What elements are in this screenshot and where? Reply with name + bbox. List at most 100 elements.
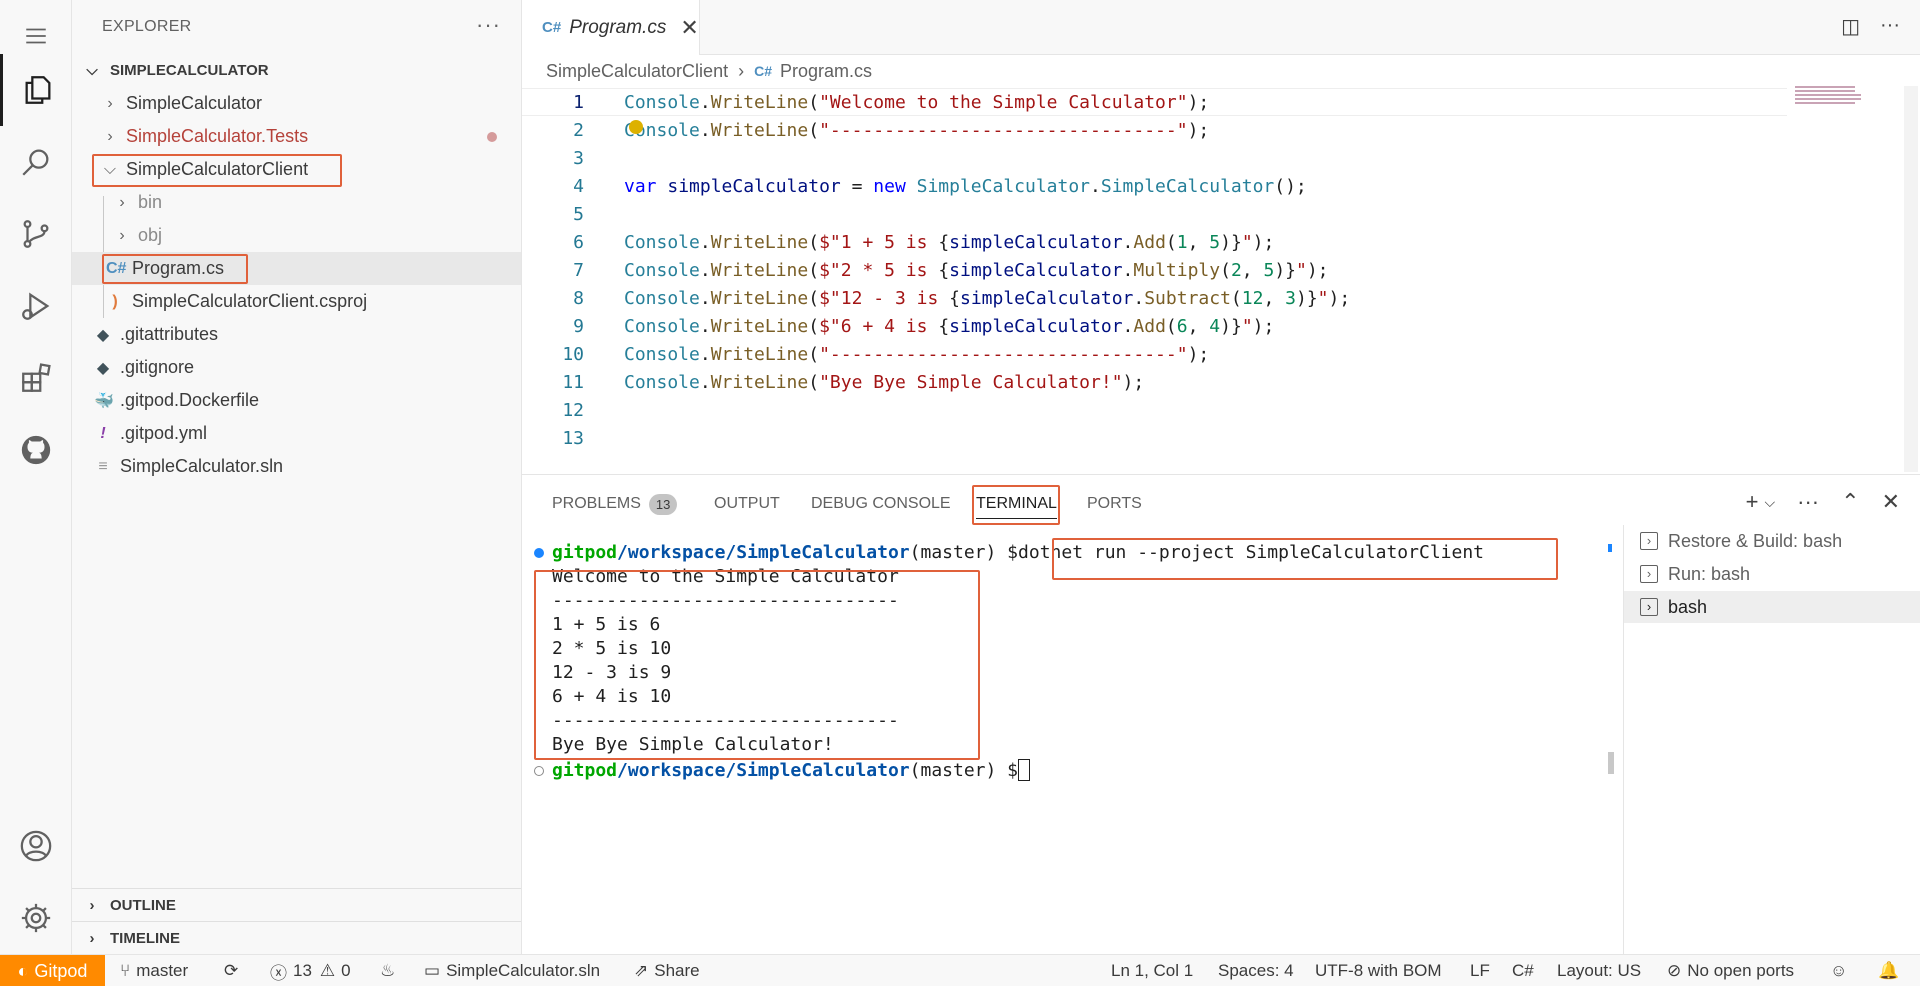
- terminal-cursor: [1018, 759, 1031, 781]
- terminal-item-bash[interactable]: › bash: [1624, 591, 1920, 623]
- tree-folder-simplecalculatorclient[interactable]: ⌵ SimpleCalculatorClient: [72, 153, 521, 186]
- command-success-dot-icon: [534, 548, 544, 558]
- terminal-output-line: Bye Bye Simple Calculator!: [552, 733, 834, 755]
- code-line: 10 Console.WriteLine("------------------…: [562, 343, 1210, 365]
- timeline-section[interactable]: › TIMELINE: [72, 921, 521, 954]
- git-file-icon: ◆: [96, 359, 110, 377]
- terminal-list: › Restore & Build: bash › Run: bash › ba…: [1623, 525, 1920, 954]
- terminal-output-line: Welcome to the Simple Calculator: [552, 565, 899, 587]
- more-actions-icon[interactable]: ···: [476, 12, 501, 38]
- tree-folder-obj[interactable]: › obj: [72, 219, 521, 252]
- keyboard-layout[interactable]: Layout: US: [1557, 955, 1641, 986]
- close-icon[interactable]: ✕: [680, 15, 698, 41]
- more-actions-icon[interactable]: ···: [1880, 14, 1900, 39]
- branch-indicator[interactable]: ⑂ master: [120, 955, 188, 986]
- no-ports-icon: ⊘: [1667, 961, 1682, 980]
- maximize-panel-icon[interactable]: ⌃: [1841, 489, 1859, 515]
- split-editor-icon[interactable]: ◫: [1841, 14, 1860, 39]
- lightbulb-icon[interactable]: [629, 120, 643, 134]
- tree-folder-simplecalculator[interactable]: › SimpleCalculator: [72, 87, 521, 120]
- outline-section[interactable]: › OUTLINE: [72, 888, 521, 921]
- text-file-icon: ≡: [98, 457, 108, 475]
- chevron-right-icon: ›: [107, 127, 113, 145]
- rss-file-icon: ): [112, 292, 118, 310]
- git-file-icon: ◆: [96, 326, 110, 344]
- terminal-output-line: 1 + 5 is 6: [552, 613, 661, 635]
- encoding[interactable]: UTF-8 with BOM: [1315, 955, 1442, 986]
- language-mode[interactable]: C#: [1512, 955, 1534, 986]
- csharp-file-icon: C#: [542, 19, 562, 36]
- explorer-sidebar: EXPLORER ··· ⌵ SIMPLECALCULATOR › Simple…: [72, 0, 522, 954]
- github-icon[interactable]: [0, 414, 72, 486]
- terminal-output-line: 12 - 3 is 9: [552, 661, 672, 683]
- tree-folder-bin[interactable]: › bin: [72, 186, 521, 219]
- terminal-item-run[interactable]: › Run: bash: [1624, 558, 1920, 590]
- tab-problems[interactable]: PROBLEMS 13: [552, 489, 678, 519]
- tree-label: SimpleCalculatorClient.csproj: [132, 291, 368, 311]
- search-icon[interactable]: [0, 126, 72, 198]
- chevron-down-icon[interactable]: ⌵: [1765, 494, 1776, 511]
- solution-indicator[interactable]: ▭ SimpleCalculator.sln: [424, 955, 600, 986]
- source-control-icon[interactable]: [0, 198, 72, 270]
- sync-icon[interactable]: ⟳: [224, 955, 238, 986]
- feedback-icon[interactable]: ☺: [1830, 955, 1847, 986]
- extensions-icon[interactable]: [0, 342, 72, 414]
- run-debug-icon[interactable]: [0, 270, 72, 342]
- problems-indicator[interactable]: ⓧ 13 ⚠ 0: [270, 955, 351, 986]
- tab-program-cs[interactable]: C# Program.cs ✕: [522, 0, 700, 55]
- tree-label: SimpleCalculator.Tests: [126, 126, 309, 146]
- tab-output[interactable]: OUTPUT: [714, 489, 780, 519]
- share-button[interactable]: ⇗ Share: [634, 955, 700, 986]
- more-actions-icon[interactable]: ···: [1797, 489, 1819, 515]
- code-line: 9 Console.WriteLine($"6 + 4 is {simpleCa…: [573, 315, 1275, 337]
- terminal-scrollbar[interactable]: [1608, 752, 1614, 774]
- editor-scrollbar[interactable]: [1904, 86, 1918, 472]
- tree-file-gitpod-yml[interactable]: ! .gitpod.yml: [72, 417, 521, 450]
- breadcrumb-folder[interactable]: SimpleCalculatorClient: [546, 61, 728, 82]
- error-icon: ⓧ: [270, 963, 287, 983]
- end-of-line[interactable]: LF: [1470, 955, 1490, 986]
- breadcrumb: SimpleCalculatorClient › C# Program.cs: [546, 58, 872, 84]
- cursor-position[interactable]: Ln 1, Col 1: [1111, 955, 1193, 986]
- chevron-down-icon: ⌵: [103, 160, 117, 178]
- tab-ports[interactable]: PORTS: [1087, 489, 1142, 519]
- settings-gear-icon[interactable]: [0, 882, 72, 954]
- close-panel-icon[interactable]: ✕: [1882, 489, 1900, 515]
- account-icon[interactable]: [0, 810, 72, 882]
- ports-indicator[interactable]: ⊘ No open ports: [1667, 955, 1794, 986]
- tree-file-gitignore[interactable]: ◆ .gitignore: [72, 351, 521, 384]
- code-line: 4 var simpleCalculator = new SimpleCalcu…: [573, 175, 1307, 197]
- tree-file-program-cs[interactable]: C# Program.cs: [72, 252, 521, 285]
- tree-file-gitattributes[interactable]: ◆ .gitattributes: [72, 318, 521, 351]
- activity-bar: [0, 0, 72, 954]
- tab-terminal[interactable]: TERMINAL: [976, 489, 1057, 519]
- code-editor[interactable]: 1 Console.WriteLine("Welcome to the Simp…: [522, 88, 1920, 472]
- terminal-icon: ›: [1640, 532, 1658, 550]
- tree-label: .gitpod.yml: [120, 423, 208, 443]
- tab-debug-console[interactable]: DEBUG CONSOLE: [811, 489, 951, 519]
- tree-label: SimpleCalculatorClient: [126, 159, 309, 179]
- tree-folder-simplecalculator-tests[interactable]: › SimpleCalculator.Tests: [72, 120, 521, 153]
- chevron-right-icon: ›: [119, 226, 125, 244]
- chevron-down-icon: ⌵: [86, 61, 98, 79]
- terminal-item-restore-build[interactable]: › Restore & Build: bash: [1624, 525, 1920, 557]
- minimap[interactable]: [1795, 86, 1863, 110]
- breadcrumb-file[interactable]: Program.cs: [780, 61, 872, 82]
- terminal-icon: ›: [1640, 598, 1658, 616]
- remote-indicator[interactable]: ◐ Gitpod: [0, 955, 105, 986]
- workspace-section-title[interactable]: ⌵ SIMPLECALCULATOR: [82, 55, 269, 85]
- tree-file-sln[interactable]: ≡ SimpleCalculator.sln: [72, 450, 521, 483]
- flame-icon[interactable]: ♨: [380, 955, 395, 986]
- yaml-file-icon: !: [100, 424, 106, 442]
- tree-file-csproj[interactable]: ) SimpleCalculatorClient.csproj: [72, 285, 521, 318]
- tree-file-gitpod-dockerfile[interactable]: 🐳 .gitpod.Dockerfile: [72, 384, 521, 417]
- notifications-bell-icon[interactable]: 🔔: [1878, 955, 1899, 986]
- explorer-icon[interactable]: [0, 54, 72, 126]
- tree-label: .gitignore: [120, 357, 195, 377]
- outline-title: OUTLINE: [110, 896, 176, 914]
- terminal-prompt-line: gitpod /workspace/SimpleCalculator (mast…: [552, 758, 1031, 782]
- tree-label: .gitpod.Dockerfile: [120, 390, 260, 410]
- workspace-name: SIMPLECALCULATOR: [110, 61, 269, 79]
- new-terminal-icon[interactable]: +: [1746, 489, 1759, 515]
- indentation[interactable]: Spaces: 4: [1218, 955, 1294, 986]
